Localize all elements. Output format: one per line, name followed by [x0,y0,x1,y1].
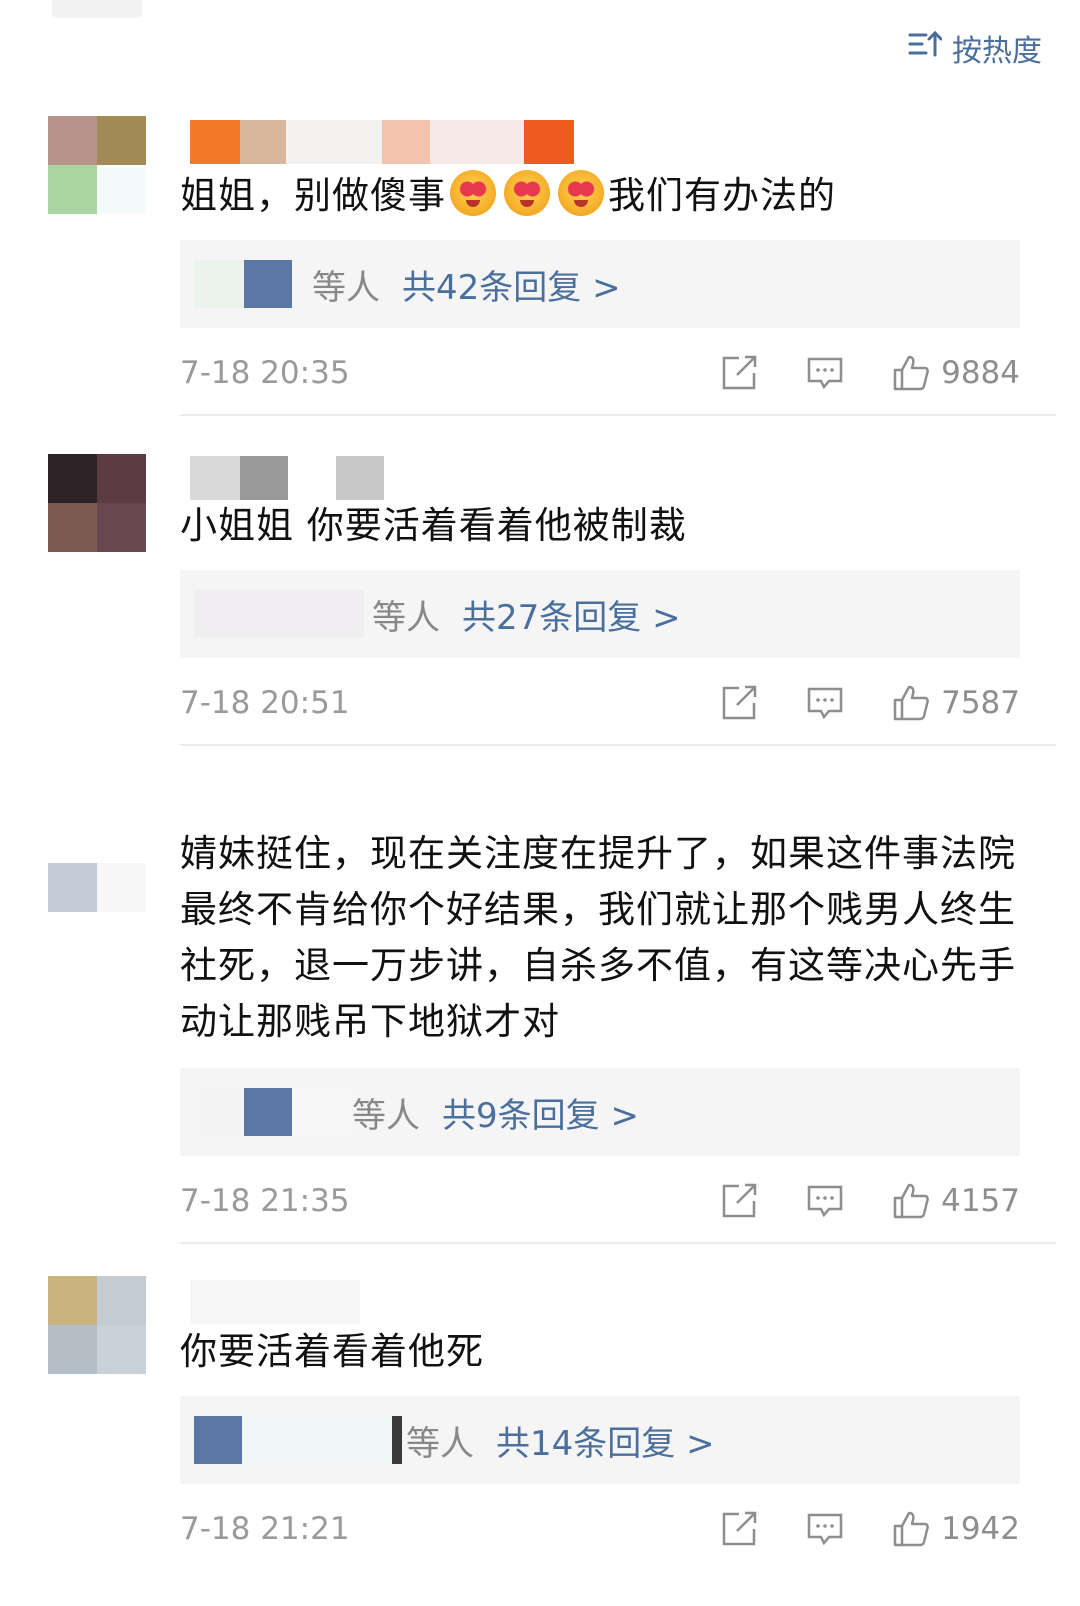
comment-text: 你要活着看着他死 [180,1330,484,1373]
username[interactable] [190,120,574,164]
like-icon[interactable] [891,1181,931,1221]
share-icon[interactable] [719,683,759,723]
username[interactable] [190,1280,360,1324]
replies-preview[interactable]: 等人 共9条回复 > [180,1068,1020,1156]
comment-meta: 7-18 21:35 4157 [180,1176,1020,1226]
sort-icon [908,29,943,67]
reply-avatars [194,1088,354,1136]
like-count: 1942 [941,1511,1020,1547]
comment-text: 婧妹挺住，现在关注度在提升了，如果这件事法院最终不肯给你个好结果，我们就让那个贱… [180,832,1016,1043]
hug-emoji-icon [504,170,550,216]
avatar[interactable] [48,1276,146,1374]
divider [180,744,1056,746]
reply-suffix: 等人 [312,267,380,308]
replies-preview[interactable]: 等人 共42条回复 > [180,240,1020,328]
comment-time: 7-18 20:51 [180,685,350,721]
comment-meta: 7-18 20:51 7587 [180,678,1020,728]
comment-meta: 7-18 20:35 9884 [180,348,1020,398]
top-bar: 按热度 [0,0,1080,110]
comment-meta: 7-18 21:21 1942 [180,1504,1020,1554]
avatar[interactable] [48,116,146,214]
replies-preview[interactable]: 等人 共14条回复 > [180,1396,1020,1484]
reply-suffix: 等人 [406,1423,474,1464]
view-replies-link[interactable]: 共14条回复 > [496,1416,715,1465]
avatar[interactable] [48,814,146,912]
view-replies-link[interactable]: 共42条回复 > [402,260,621,309]
comment-icon[interactable] [805,353,845,393]
share-icon[interactable] [719,353,759,393]
view-replies-link[interactable]: 共9条回复 > [442,1088,639,1137]
like-icon[interactable] [891,353,931,393]
reply-avatars [194,260,294,308]
hug-emoji-icon [450,170,496,216]
divider [180,414,1056,416]
comment-time: 7-18 21:35 [180,1183,350,1219]
comment-time: 7-18 21:21 [180,1511,350,1547]
username[interactable] [190,456,384,500]
comment-icon[interactable] [805,1509,845,1549]
avatar[interactable] [48,454,146,552]
reply-avatars [194,1416,404,1464]
reply-avatars [194,590,364,638]
reply-suffix: 等人 [352,1095,420,1136]
replies-preview[interactable]: 等人 共27条回复 > [180,570,1020,658]
like-count: 4157 [941,1183,1020,1219]
hug-emoji-icon [558,170,604,216]
like-count: 9884 [941,355,1020,391]
sort-label: 按热度 [952,34,1042,69]
view-replies-link[interactable]: 共27条回复 > [462,590,681,639]
comment-time: 7-18 20:35 [180,355,350,391]
comment-icon[interactable] [805,683,845,723]
like-count: 7587 [941,685,1020,721]
reply-suffix: 等人 [372,597,440,638]
sort-by-hot-button[interactable]: 按热度 [908,26,1042,70]
like-icon[interactable] [891,1509,931,1549]
share-icon[interactable] [719,1181,759,1221]
divider [180,1242,1056,1244]
share-icon[interactable] [719,1509,759,1549]
comment-text: 小姐姐 你要活着看着他被制裁 [180,504,687,547]
previous-item-edge [52,0,142,18]
comment-text: 姐姐，别做傻事 我们有办法的 [180,168,1020,224]
like-icon[interactable] [891,683,931,723]
comment-icon[interactable] [805,1181,845,1221]
